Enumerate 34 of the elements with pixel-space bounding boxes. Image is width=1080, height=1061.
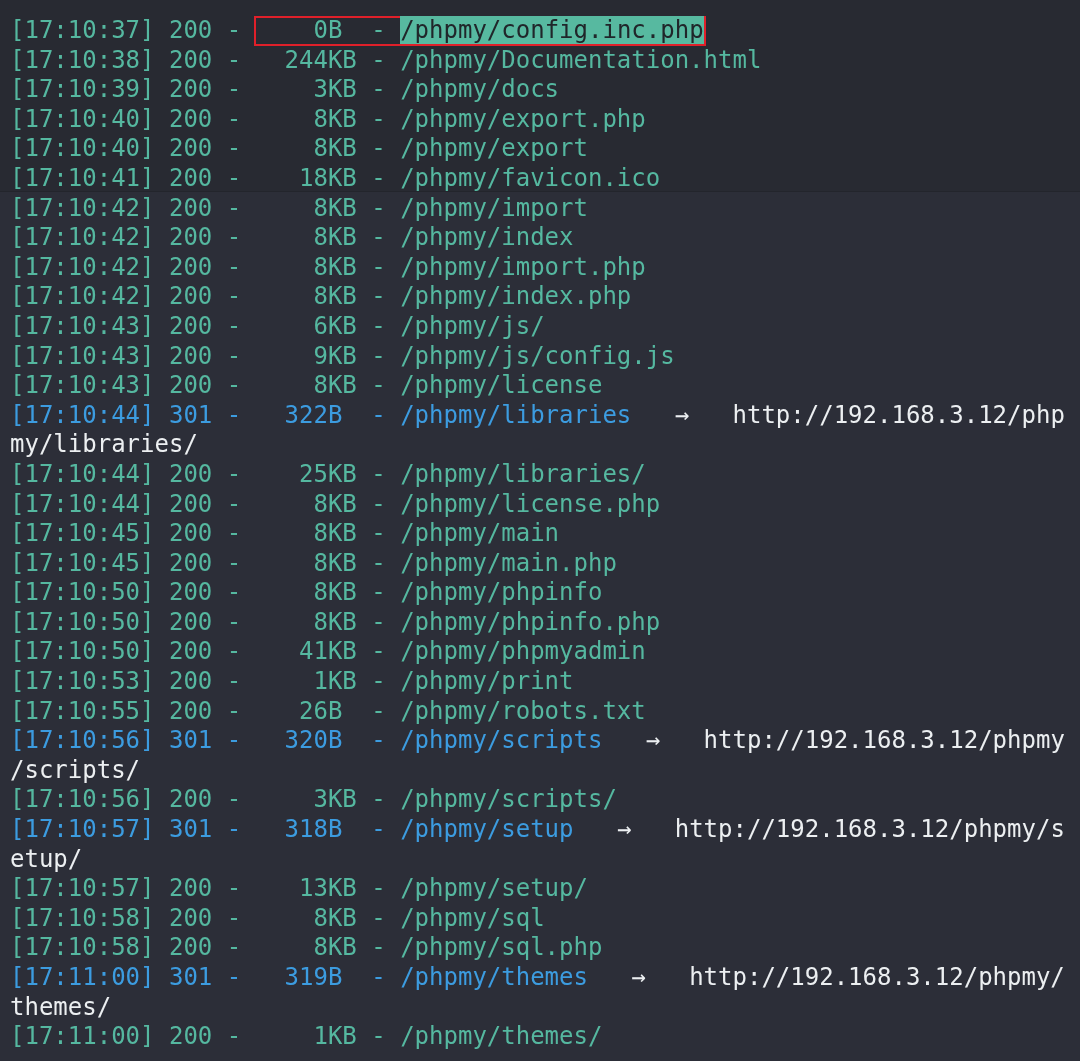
terminal-line: [17:10:58] 200 - 8KB - /phpmy/sql.php [10,933,603,963]
terminal-line: [17:10:38] 200 - 244KB - /phpmy/Documentation.html [10,45,762,76]
terminal-line: [17:10:43] 200 - 9KB - /phpmy/js/config.js [10,341,675,372]
terminal-line: [17:10:41] 200 - 18KB - /phpmy/favicon.ico [10,163,661,194]
terminal-line: [17:10:53] 200 - 1KB - /phpmy/print [10,667,574,697]
terminal-line: [17:10:57] 301 - 318B - /phpmy/setup → http://192.168.3.12/phpmy/s [10,815,1065,845]
terminal-line: [17:10:45] 200 - 8KB - /phpmy/main.php [10,548,617,579]
terminal-line: [17:10:40] 200 - 8KB - /phpmy/export.php [10,104,646,135]
terminal-line: [17:10:42] 200 - 8KB - /phpmy/import [10,193,588,224]
terminal-line: [17:10:43] 200 - 6KB - /phpmy/js/ [10,311,545,342]
terminal-line: /scripts/ [10,755,141,786]
terminal-line: [17:10:50] 200 - 41KB - /phpmy/phpmyadmin [10,637,646,668]
terminal-line: [17:10:56] 200 - 3KB - /phpmy/scripts/ [10,785,617,816]
terminal-line: [17:10:42] 200 - 8KB - /phpmy/index.php [10,282,632,312]
terminal-line: my/libraries/ [10,430,198,460]
terminal-line: [17:10:58] 200 - 8KB - /phpmy/sql [10,903,545,934]
terminal-line: [17:10:50] 200 - 8KB - /phpmy/phpinfo [10,578,603,608]
terminal-line: etup/ [10,844,83,875]
terminal-line: [17:11:00] 301 - 319B - /phpmy/themes → http://192.168.3.12/phpmy/ [10,963,1065,993]
terminal-line: themes/ [10,992,112,1023]
terminal-line: [17:10:40] 200 - 8KB - /phpmy/export [10,134,588,164]
terminal-line: [17:10:44] 301 - 322B - /phpmy/libraries → http://192.168.3.12/php [10,400,1065,431]
terminal-line: [17:10:44] 200 - 8KB - /phpmy/license.php [10,489,661,520]
terminal-line: [17:11:00] 200 - 1KB - /phpmy/themes/ [10,1022,603,1052]
terminal-line: [17:10:39] 200 - 3KB - /phpmy/docs [10,75,560,105]
terminal-line: [17:10:56] 301 - 320B - /phpmy/scripts → http://192.168.3.12/phpmy [10,726,1065,756]
terminal-line: [17:10:57] 200 - 13KB - /phpmy/setup/ [10,874,588,904]
terminal-line: [17:10:42] 200 - 8KB - /phpmy/import.php [10,252,646,283]
terminal-line: [17:10:50] 200 - 8KB - /phpmy/phpinfo.php [10,607,661,638]
terminal-line: [17:10:44] 200 - 25KB - /phpmy/libraries/ [10,459,646,490]
terminal-line: [17:10:55] 200 - 26B - /phpmy/robots.txt [10,696,646,727]
terminal-line: [17:10:45] 200 - 8KB - /phpmy/main [10,519,560,549]
terminal-line: [17:10:42] 200 - 8KB - /phpmy/index [10,223,574,253]
terminal-line: [17:10:43] 200 - 8KB - /phpmy/license [10,371,603,401]
